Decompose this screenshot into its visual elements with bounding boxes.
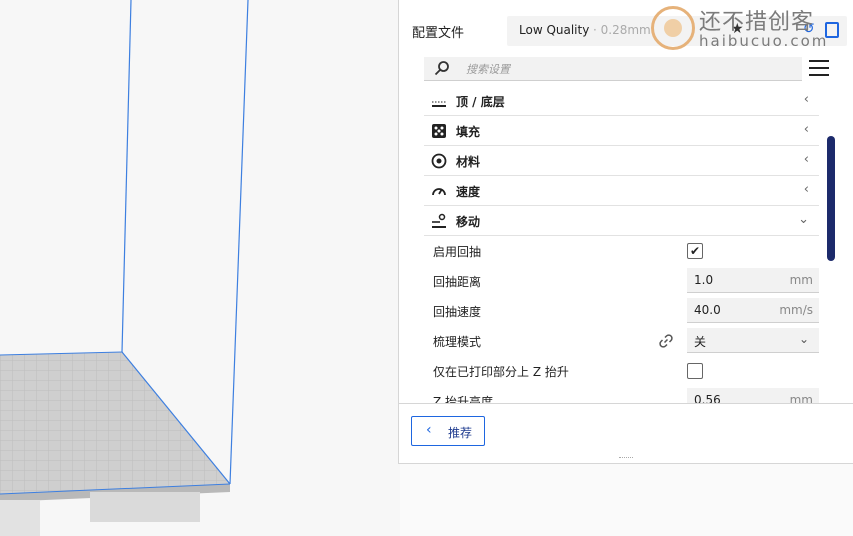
- category-top-bottom[interactable]: 顶 / 底层 ‹: [424, 86, 819, 116]
- field-unit: mm: [789, 393, 813, 403]
- chevron-left-icon: ‹: [803, 122, 809, 137]
- combing-mode-select[interactable]: 关 ⌄: [687, 328, 819, 353]
- category-label: 材料: [456, 155, 481, 169]
- search-placeholder: 搜索设置: [466, 63, 510, 76]
- category-infill[interactable]: 填充 ‹: [424, 116, 819, 146]
- chevron-left-icon: ‹: [803, 182, 809, 197]
- 3d-viewport[interactable]: [0, 0, 400, 536]
- build-plate: [0, 352, 230, 494]
- material-icon: [431, 153, 447, 169]
- watermark-logo-icon: [651, 6, 695, 50]
- layers-icon: [432, 101, 446, 107]
- field-value: 0.56: [694, 393, 721, 403]
- retract-speed-field[interactable]: 40.0 mm/s: [687, 298, 819, 323]
- search-icon: [434, 61, 449, 76]
- link-icon[interactable]: [658, 333, 674, 349]
- setting-label: 梳理模式: [433, 335, 482, 349]
- setting-label: 回抽距离: [433, 275, 482, 289]
- category-travel[interactable]: 移动 ⌄: [424, 206, 819, 236]
- setting-label: 回抽速度: [433, 305, 482, 319]
- search-input[interactable]: 搜索设置: [424, 57, 802, 81]
- setting-combing-mode: 梳理模式 关 ⌄: [424, 326, 819, 356]
- speed-icon: [432, 188, 446, 196]
- retract-enable-checkbox[interactable]: ✔: [687, 243, 703, 259]
- setting-retract-speed: 回抽速度 40.0 mm/s: [424, 296, 819, 326]
- menu-icon[interactable]: [809, 60, 829, 78]
- select-value: 关: [694, 335, 707, 349]
- chevron-down-icon: ⌄: [798, 212, 809, 227]
- chevron-left-icon: ‹: [803, 152, 809, 167]
- build-volume-view: [0, 0, 249, 536]
- setting-label: 仅在已打印部分上 Z 抬升: [433, 365, 569, 379]
- field-value: 1.0: [694, 273, 714, 287]
- watermark: 还不措创客 haibucuo.com: [651, 4, 851, 52]
- watermark-url: haibucuo.com: [699, 32, 829, 50]
- travel-icon: [432, 213, 446, 228]
- chevron-left-icon: ‹: [803, 92, 809, 107]
- setting-z-hop-height: Z 抬升高度 0.56 mm: [424, 386, 819, 403]
- category-label: 速度: [456, 185, 481, 199]
- field-unit: mm/s: [779, 303, 813, 317]
- footer-divider: [399, 403, 853, 404]
- infill-icon: [432, 124, 446, 138]
- profile-name: Low Quality: [519, 23, 590, 37]
- settings-scrollbar[interactable]: [827, 136, 835, 261]
- field-value: 40.0: [694, 303, 721, 317]
- setting-label: Z 抬升高度: [433, 395, 494, 403]
- category-label: 顶 / 底层: [456, 95, 505, 109]
- field-unit: mm: [789, 273, 813, 287]
- z-hop-only-printed-checkbox[interactable]: [687, 363, 703, 379]
- category-speed[interactable]: 速度 ‹: [424, 176, 819, 206]
- retract-distance-field[interactable]: 1.0 mm: [687, 268, 819, 293]
- chevron-down-icon: ⌄: [798, 332, 809, 346]
- category-material[interactable]: 材料 ‹: [424, 146, 819, 176]
- setting-label: 启用回抽: [433, 245, 482, 259]
- setting-retract-distance: 回抽距离 1.0 mm: [424, 266, 819, 296]
- category-label: 移动: [456, 215, 481, 229]
- recommend-label: 推荐: [448, 426, 473, 440]
- profile-layer-height: · 0.28mm: [593, 23, 651, 37]
- settings-list[interactable]: 顶 / 底层 ‹ 填充 ‹ 材料 ‹ 速度 ‹ 移动 ⌄ 启用回抽 ✔ 回抽距离…: [424, 86, 819, 403]
- profile-label: 配置文件: [412, 26, 465, 41]
- setting-z-hop-only-printed: 仅在已打印部分上 Z 抬升: [424, 356, 819, 386]
- z-hop-height-field[interactable]: 0.56 mm: [687, 388, 819, 403]
- print-settings-panel: 配置文件 Low Quality · 0.28mm ★ ↺ 还不措创客 haib…: [398, 0, 853, 464]
- setting-retract-enable: 启用回抽 ✔: [424, 236, 819, 266]
- recommend-button[interactable]: ‹ 推荐: [411, 416, 485, 446]
- category-label: 填充: [456, 125, 481, 139]
- panel-resize-handle[interactable]: [619, 457, 633, 461]
- chevron-left-icon: ‹: [426, 422, 432, 438]
